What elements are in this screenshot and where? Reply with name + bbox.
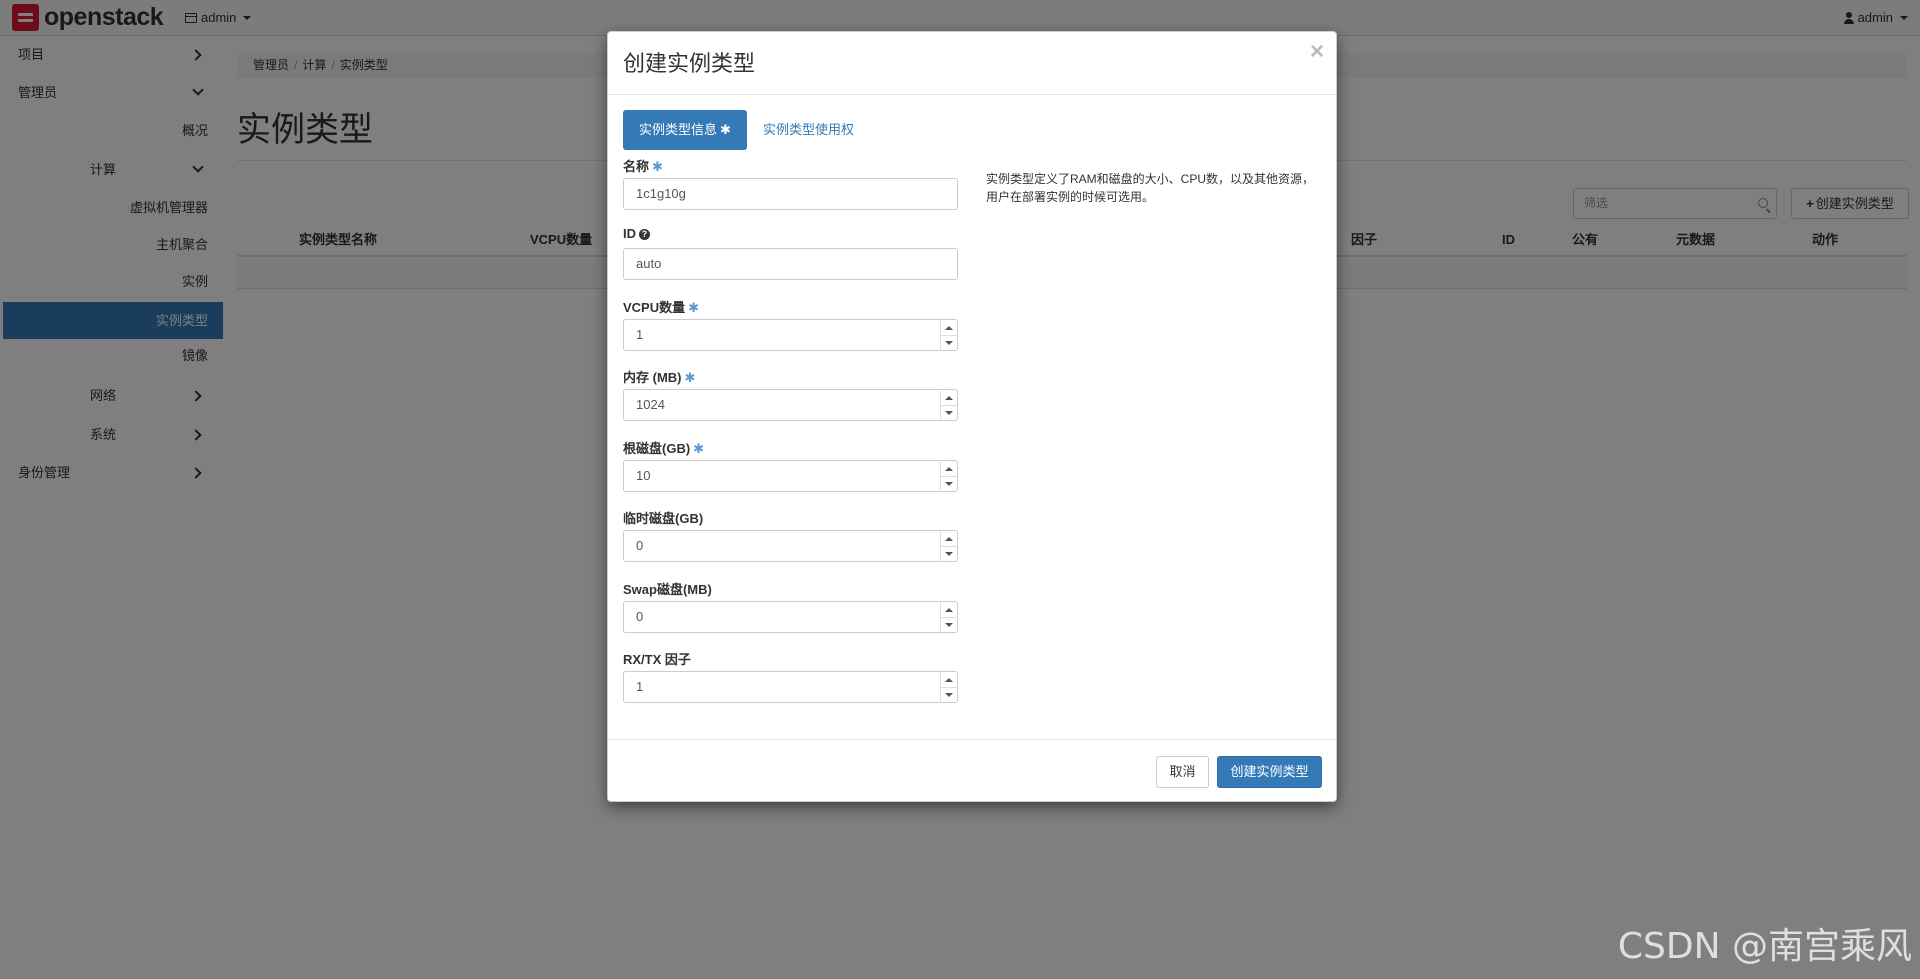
required-asterisk-icon: ✱ bbox=[693, 441, 705, 456]
tab-flavor-access[interactable]: 实例类型使用权 bbox=[763, 110, 854, 150]
help-icon[interactable]: ? bbox=[639, 229, 650, 240]
close-icon[interactable]: × bbox=[1310, 40, 1324, 64]
required-asterisk-icon: ✱ bbox=[688, 300, 700, 315]
ephemeral-disk-stepper[interactable]: 0 bbox=[623, 530, 958, 562]
spinner bbox=[940, 321, 957, 351]
decrement-icon[interactable] bbox=[941, 547, 957, 562]
spinner bbox=[940, 391, 957, 421]
watermark: CSDN @南宫乘风 bbox=[1617, 926, 1912, 967]
field-label: RX/TX 因子 bbox=[623, 652, 691, 667]
spinner bbox=[940, 673, 957, 703]
field-label: 根磁盘(GB) ✱ bbox=[623, 441, 705, 456]
increment-icon[interactable] bbox=[941, 532, 957, 547]
field-label: 临时磁盘(GB) bbox=[623, 511, 704, 526]
modal-header: 创建实例类型 × bbox=[608, 32, 1336, 95]
increment-icon[interactable] bbox=[941, 673, 957, 688]
increment-icon[interactable] bbox=[941, 391, 957, 406]
decrement-icon[interactable] bbox=[941, 477, 957, 492]
root-disk-stepper[interactable]: 10 bbox=[623, 460, 958, 492]
decrement-icon[interactable] bbox=[941, 688, 957, 703]
increment-icon[interactable] bbox=[941, 603, 957, 618]
increment-icon[interactable] bbox=[941, 462, 957, 477]
rxtx-factor-value: 1 bbox=[636, 679, 644, 694]
required-asterisk-icon: ✱ bbox=[720, 122, 731, 137]
field-label: ID? bbox=[623, 226, 650, 241]
swap-disk-value: 0 bbox=[636, 609, 644, 624]
root-disk-value: 10 bbox=[636, 468, 651, 483]
spinner bbox=[940, 532, 957, 562]
vcpus-stepper[interactable]: 1 bbox=[623, 319, 958, 351]
spinner bbox=[940, 603, 957, 633]
vcpus-value: 1 bbox=[636, 327, 644, 342]
id-input[interactable]: auto bbox=[623, 248, 958, 280]
tab-flavor-info[interactable]: 实例类型信息 ✱ bbox=[623, 110, 747, 150]
modal-footer: 取消 创建实例类型 bbox=[608, 739, 1336, 803]
ram-value: 1024 bbox=[636, 397, 665, 412]
spinner bbox=[940, 462, 957, 492]
create-flavor-modal: 创建实例类型 × 实例类型信息 ✱ 实例类型使用权 名称 ✱ 1c1g10g ID?… bbox=[607, 31, 1337, 802]
required-asterisk-icon: ✱ bbox=[652, 159, 663, 174]
decrement-icon[interactable] bbox=[941, 406, 957, 421]
field-label: 内存 (MB) ✱ bbox=[623, 370, 696, 385]
ephemeral-disk-value: 0 bbox=[636, 538, 644, 553]
submit-create-flavor-button[interactable]: 创建实例类型 bbox=[1217, 756, 1322, 788]
name-input[interactable]: 1c1g10g bbox=[623, 178, 958, 210]
decrement-icon[interactable] bbox=[941, 336, 957, 351]
required-asterisk-icon: ✱ bbox=[684, 370, 696, 385]
tab-label: 实例类型信息 bbox=[639, 122, 718, 137]
field-label: VCPU数量 ✱ bbox=[623, 300, 700, 315]
flavor-description: 实例类型定义了RAM和磁盘的大小、CPU数，以及其他资源，用户在部署实例的时候可… bbox=[986, 172, 1315, 204]
increment-icon[interactable] bbox=[941, 321, 957, 336]
field-label: 名称 ✱ bbox=[623, 159, 663, 174]
ram-stepper[interactable]: 1024 bbox=[623, 389, 958, 421]
decrement-icon[interactable] bbox=[941, 618, 957, 633]
field-label: Swap磁盘(MB) bbox=[623, 582, 712, 597]
cancel-button[interactable]: 取消 bbox=[1156, 756, 1209, 788]
swap-disk-stepper[interactable]: 0 bbox=[623, 601, 958, 633]
rxtx-factor-stepper[interactable]: 1 bbox=[623, 671, 958, 703]
modal-title: 创建实例类型 bbox=[623, 51, 756, 76]
